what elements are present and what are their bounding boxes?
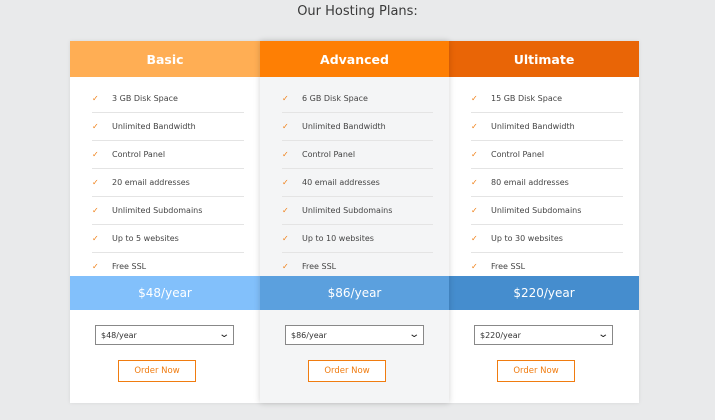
price-basic: $48/year (70, 276, 260, 310)
feature-item: ✓ 15 GB Disk Space (471, 85, 623, 113)
chevron-down-icon: ⌄ (407, 329, 420, 340)
check-icon: ✓ (282, 262, 289, 271)
check-icon: ✓ (471, 122, 478, 131)
feature-list: ✓ 3 GB Disk Space ✓ Unlimited Bandwidth ✓ C… (70, 85, 260, 280)
check-icon: ✓ (471, 150, 478, 159)
feature-label: 20 email addresses (112, 178, 190, 187)
feature-label: Unlimited Subdomains (491, 206, 582, 215)
feature-label: Control Panel (112, 150, 166, 159)
order-now-button-advanced[interactable]: Order Now (308, 360, 386, 382)
check-icon: ✓ (471, 94, 478, 103)
feature-item: ✓ 80 email addresses (471, 169, 623, 197)
feature-label: 80 email addresses (491, 178, 569, 187)
pricing-table: Basic ✓ 3 GB Disk Space ✓ Unlimited Bandwi… (70, 41, 639, 403)
feature-label: Up to 10 websites (302, 234, 374, 243)
feature-item: ✓ 40 email addresses (282, 169, 433, 197)
price-ultimate: $220/year (449, 276, 639, 310)
check-icon: ✓ (282, 94, 289, 103)
check-icon: ✓ (92, 122, 99, 131)
select-value: $86/year (291, 330, 327, 340)
order-now-button-basic[interactable]: Order Now (118, 360, 196, 382)
page-title: Our Hosting Plans: (297, 4, 418, 19)
feature-item: ✓ Control Panel (92, 141, 244, 169)
feature-item: ✓ Unlimited Bandwidth (92, 113, 244, 141)
feature-item: ✓ 3 GB Disk Space (92, 85, 244, 113)
feature-item: ✓ Unlimited Subdomains (282, 197, 433, 225)
check-icon: ✓ (92, 262, 99, 271)
feature-label: Free SSL (112, 262, 147, 271)
feature-label: Unlimited Bandwidth (302, 122, 386, 131)
feature-label: Unlimited Bandwidth (491, 122, 575, 131)
check-icon: ✓ (471, 234, 478, 243)
feature-item: ✓ Up to 5 websites (92, 225, 244, 253)
check-icon: ✓ (92, 150, 99, 159)
order-now-button-ultimate[interactable]: Order Now (497, 360, 575, 382)
feature-item: ✓ 20 email addresses (92, 169, 244, 197)
check-icon: ✓ (471, 178, 478, 187)
plan-name-advanced: Advanced (260, 41, 449, 77)
feature-item: ✓ Control Panel (471, 141, 623, 169)
billing-select-advanced[interactable]: $86/year ⌄ (285, 325, 424, 345)
feature-item: ✓ 6 GB Disk Space (282, 85, 433, 113)
feature-list: ✓ 6 GB Disk Space ✓ Unlimited Bandwidth ✓ C… (260, 85, 449, 280)
feature-label: Free SSL (491, 262, 526, 271)
check-icon: ✓ (471, 262, 478, 271)
chevron-down-icon: ⌄ (217, 329, 230, 340)
feature-label: Up to 30 websites (491, 234, 563, 243)
feature-item: ✓ Unlimited Bandwidth (471, 113, 623, 141)
check-icon: ✓ (282, 178, 289, 187)
check-icon: ✓ (282, 150, 289, 159)
feature-label: Free SSL (302, 262, 337, 271)
check-icon: ✓ (282, 206, 289, 215)
feature-label: Control Panel (302, 150, 356, 159)
feature-label: 40 email addresses (302, 178, 380, 187)
feature-label: Up to 5 websites (112, 234, 179, 243)
select-value: $220/year (480, 330, 521, 340)
plan-basic: Basic ✓ 3 GB Disk Space ✓ Unlimited Bandwi… (70, 41, 260, 403)
feature-item: ✓ Unlimited Bandwidth (282, 113, 433, 141)
feature-label: 3 GB Disk Space (112, 94, 178, 103)
feature-list: ✓ 15 GB Disk Space ✓ Unlimited Bandwidth ✓… (449, 85, 639, 280)
feature-item: ✓ Control Panel (282, 141, 433, 169)
billing-select-basic[interactable]: $48/year ⌄ (95, 325, 234, 345)
check-icon: ✓ (471, 206, 478, 215)
price-advanced: $86/year (260, 276, 449, 310)
check-icon: ✓ (92, 206, 99, 215)
feature-item: ✓ Unlimited Subdomains (471, 197, 623, 225)
check-icon: ✓ (92, 178, 99, 187)
feature-item: ✓ Up to 10 websites (282, 225, 433, 253)
check-icon: ✓ (92, 234, 99, 243)
feature-item: ✓ Up to 30 websites (471, 225, 623, 253)
check-icon: ✓ (282, 234, 289, 243)
plan-name-ultimate: Ultimate (449, 41, 639, 77)
check-icon: ✓ (282, 122, 289, 131)
plan-advanced: Advanced ✓ 6 GB Disk Space ✓ Unlimited Ban… (260, 41, 449, 403)
plan-name-basic: Basic (70, 41, 260, 77)
plan-ultimate: Ultimate ✓ 15 GB Disk Space ✓ Unlimited Ba… (449, 41, 639, 403)
check-icon: ✓ (92, 94, 99, 103)
feature-item: ✓ Unlimited Subdomains (92, 197, 244, 225)
feature-label: Unlimited Subdomains (302, 206, 393, 215)
select-value: $48/year (101, 330, 137, 340)
feature-label: 6 GB Disk Space (302, 94, 368, 103)
feature-label: Control Panel (491, 150, 545, 159)
feature-label: Unlimited Bandwidth (112, 122, 196, 131)
feature-label: Unlimited Subdomains (112, 206, 203, 215)
chevron-down-icon: ⌄ (596, 329, 609, 340)
billing-select-ultimate[interactable]: $220/year ⌄ (474, 325, 613, 345)
feature-label: 15 GB Disk Space (491, 94, 563, 103)
